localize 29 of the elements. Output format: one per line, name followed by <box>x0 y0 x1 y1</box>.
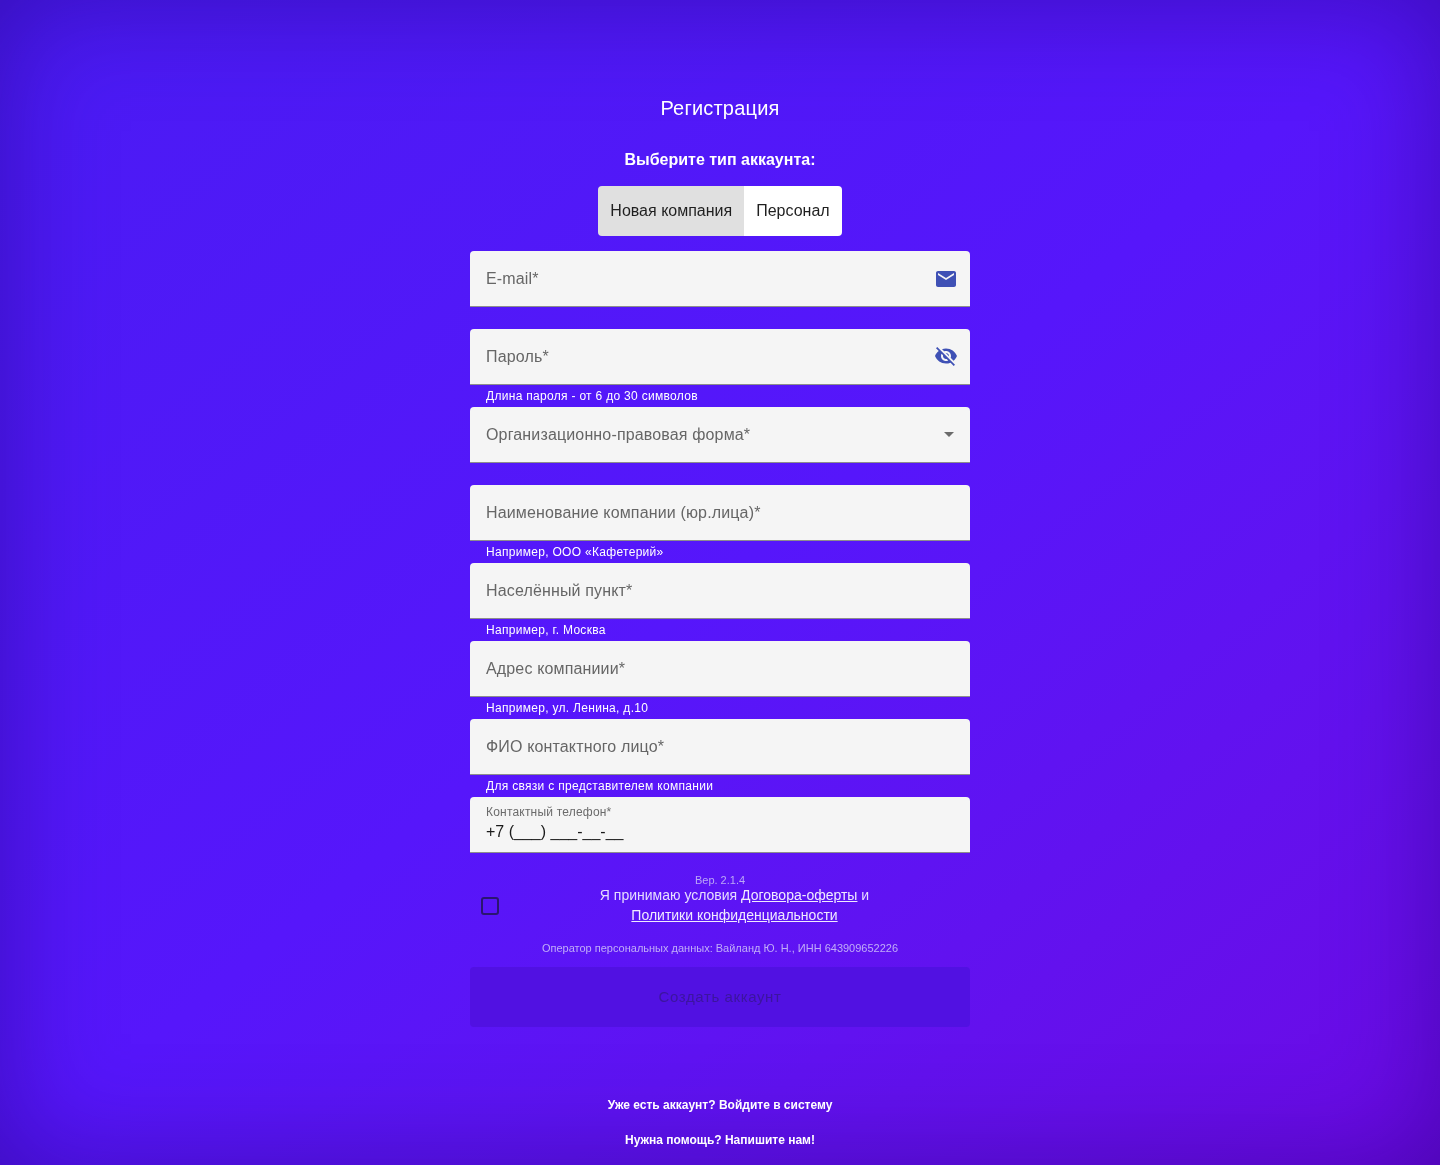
helper-text: Например, ООО «Кафетерий» <box>486 545 665 559</box>
page-title: Регистрация <box>660 96 780 121</box>
input-field[interactable]: Населённый пункт* <box>470 563 970 619</box>
terms-link[interactable]: Договора-оферты <box>741 887 858 903</box>
input-field[interactable]: Наименование компании (юр.лица)* <box>470 485 970 541</box>
caret-icon <box>944 432 954 437</box>
password-field[interactable]: Пароль* <box>470 329 970 385</box>
account-type-tab[interactable]: Персонал <box>744 186 842 236</box>
eye-off-icon[interactable] <box>935 347 957 366</box>
helper-text: Например, г. Москва <box>486 623 607 637</box>
terms-link[interactable]: Политики конфиденциальности <box>631 907 838 923</box>
consent-text: Я принимаю условия Договора-оферты и Политики конфиденциальности <box>598 886 871 925</box>
phone-field[interactable]: Контактный телефон* +7 (___) ___-__-__ <box>470 797 970 853</box>
input-field[interactable]: ФИО контактного лицо* <box>470 719 970 775</box>
consent-checkbox[interactable] <box>481 896 499 915</box>
account-type-label: Выберите тип аккаунта: <box>624 150 816 170</box>
email-field[interactable]: E-mail* <box>470 251 970 307</box>
footer-link[interactable]: Нужна помощь? Напишите нам! <box>625 1132 815 1148</box>
create-account-button: Создать аккаунт <box>470 967 970 1027</box>
mail-icon <box>936 270 956 287</box>
footer-link[interactable]: Уже есть аккаунт? Войдите в систему <box>607 1097 833 1113</box>
select-field[interactable]: Организационно-правовая форма* <box>470 407 970 463</box>
operator-note: Оператор персональных данных: Вайланд Ю. Н., ИНН 643909652226 <box>540 941 900 955</box>
helper-text: Длина пароля - от 6 до 30 символов <box>486 389 699 403</box>
account-type-tab[interactable]: Новая компания <box>598 186 745 236</box>
version-label: Вер. 2.1.4 <box>693 874 747 886</box>
helper-text: Например, ул. Ленина, д.10 <box>486 701 650 715</box>
helper-text: Для связи с представителем компании <box>486 779 715 793</box>
input-field[interactable]: Адрес компаниии* <box>470 641 970 697</box>
